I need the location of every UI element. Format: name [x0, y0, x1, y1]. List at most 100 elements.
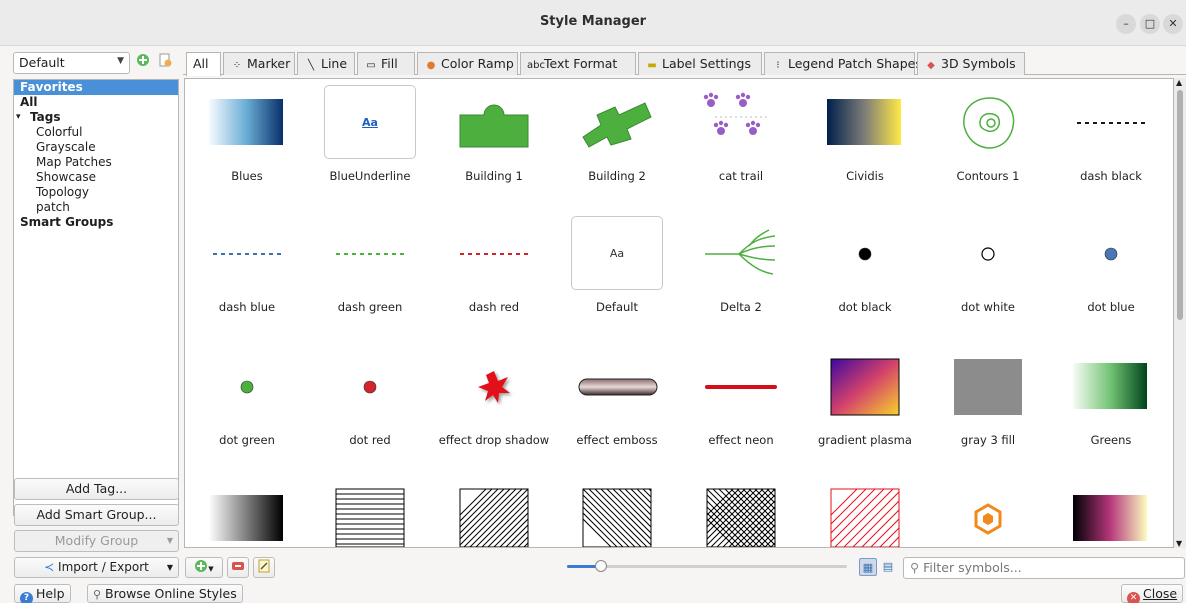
tab-type-icon: ▬ [647, 60, 657, 71]
symbol-item[interactable]: Contours 1 [926, 79, 1050, 209]
tree-item-label: Grayscale [36, 140, 96, 154]
browse-online-styles-button[interactable]: ⚲ Browse Online Styles [87, 584, 243, 603]
symbol-label: effect emboss [576, 433, 658, 447]
tab-label: Text Format [544, 56, 618, 71]
symbol-item[interactable]: cat trail [679, 79, 803, 209]
import-export-button[interactable]: ≺ Import / Export ▼ [14, 557, 179, 578]
close-window-button[interactable]: ✕ [1163, 14, 1183, 34]
symbol-item[interactable] [185, 475, 309, 547]
symbol-preview-dash [324, 216, 416, 290]
symbol-item[interactable]: Blues [185, 79, 309, 209]
tree-item[interactable]: Showcase [14, 170, 178, 185]
add-icon [137, 54, 149, 66]
symbol-item[interactable]: Building 2 [555, 79, 679, 209]
symbol-item[interactable]: Delta 2 [679, 210, 803, 340]
minimize-button[interactable]: – [1116, 14, 1136, 34]
tab-line[interactable]: ╲ Line [297, 52, 355, 75]
tab-fill[interactable]: ▭ Fill [357, 52, 415, 75]
symbol-item[interactable]: Greens [1049, 343, 1173, 473]
tree-item[interactable]: Grayscale [14, 140, 178, 155]
tab-3d-symbols[interactable]: ◆ 3D Symbols [917, 52, 1025, 75]
tab-all[interactable]: All [186, 52, 221, 76]
symbol-preview-ramp-magma [1065, 481, 1157, 547]
tree-item[interactable]: patch [14, 200, 178, 215]
slider-handle[interactable] [594, 560, 607, 572]
symbol-item[interactable] [555, 475, 679, 547]
symbol-item[interactable] [803, 475, 927, 547]
symbol-item[interactable]: effect drop shadow [432, 343, 556, 473]
maximize-button[interactable]: □ [1140, 14, 1160, 34]
help-icon: ? [20, 592, 33, 603]
add-smart-group-button[interactable]: Add Smart Group... [14, 504, 179, 526]
expand-arrow-icon[interactable]: ▾ [16, 110, 21, 125]
left-panel: Default ▼ Favorites All ▾ Tags Colorful Grays… [0, 46, 186, 603]
list-view-button[interactable]: ▤ [879, 558, 897, 576]
tab-label: Color Ramp [441, 56, 514, 71]
remove-symbol-button[interactable] [227, 557, 249, 578]
scrollbar-thumb[interactable] [1177, 90, 1183, 320]
symbol-preview-dash [201, 216, 293, 290]
icon-view-button[interactable]: ▦ [859, 558, 877, 576]
symbol-item[interactable]: effect neon [679, 343, 803, 473]
symbol-item[interactable] [308, 475, 432, 547]
tab-label: Fill [381, 56, 398, 71]
symbol-preview-dot-white [942, 216, 1034, 290]
symbol-preview-ramp-grays [201, 481, 293, 547]
symbol-preview-hatch-red [819, 481, 911, 547]
tree-item[interactable]: All [14, 95, 178, 110]
tab-color-ramp[interactable]: ● Color Ramp [417, 52, 518, 75]
tree-item[interactable]: Favorites [14, 80, 178, 95]
add-tag-button[interactable]: Add Tag... [14, 478, 179, 500]
search-icon: ⚲ [910, 560, 920, 575]
scroll-up-icon[interactable]: ▲ [1176, 78, 1182, 87]
symbol-item[interactable]: dash blue [185, 210, 309, 340]
add-library-button[interactable] [133, 53, 153, 73]
symbol-item[interactable]: Aa BlueUnderline [308, 79, 432, 209]
new-database-button[interactable] [155, 53, 175, 73]
add-symbol-button[interactable]: ▼ [185, 557, 223, 578]
tree-item[interactable]: Colorful [14, 125, 178, 140]
close-button[interactable]: ✕ Close [1121, 584, 1184, 603]
symbol-item[interactable] [679, 475, 803, 547]
symbol-item[interactable]: gradient plasma [803, 343, 927, 473]
symbol-item[interactable]: dot black [803, 210, 927, 340]
symbol-preview-dot [201, 349, 293, 423]
symbol-item[interactable]: dot blue [1049, 210, 1173, 340]
grid-scrollbar[interactable]: ▲ ▼ [1174, 78, 1186, 548]
symbol-grid[interactable]: Blues Aa BlueUnderline Building 1 Building 2… [184, 78, 1174, 548]
tab-type-icon: ╲ [307, 60, 315, 71]
tab-text-format[interactable]: abcText Format [520, 52, 636, 75]
tree-item[interactable]: Topology [14, 185, 178, 200]
symbol-item[interactable] [432, 475, 556, 547]
symbol-item[interactable]: dot green [185, 343, 309, 473]
symbol-item[interactable]: Building 1 [432, 79, 556, 209]
scroll-down-icon[interactable]: ▼ [1176, 539, 1182, 548]
tree-item[interactable]: Smart Groups [14, 215, 178, 230]
symbol-item[interactable]: gray 3 fill [926, 343, 1050, 473]
filter-symbols-input[interactable]: ⚲ Filter symbols... [903, 557, 1185, 579]
tree-item[interactable]: Map Patches [14, 155, 178, 170]
symbol-item[interactable] [1049, 475, 1173, 547]
icon-size-slider[interactable] [567, 558, 847, 576]
symbol-preview-ramp-cividis [819, 85, 911, 159]
symbol-item[interactable]: dot white [926, 210, 1050, 340]
edit-symbol-button[interactable] [253, 557, 275, 578]
symbol-item[interactable]: dash black [1049, 79, 1173, 209]
symbol-item[interactable]: Cividis [803, 79, 927, 209]
symbol-item[interactable]: dash green [308, 210, 432, 340]
symbol-item[interactable]: Aa Default [555, 210, 679, 340]
symbol-item[interactable] [926, 475, 1050, 547]
symbol-item[interactable]: dot red [308, 343, 432, 473]
library-select[interactable]: Default ▼ [13, 52, 130, 74]
symbol-item[interactable]: dash red [432, 210, 556, 340]
tab-legend-patch-shapes[interactable]: ⁝ Legend Patch Shapes [764, 52, 922, 75]
tree-item[interactable]: ▾ Tags [14, 110, 178, 125]
symbol-item[interactable]: effect emboss [555, 343, 679, 473]
tab-label-settings[interactable]: ▬ Label Settings [638, 52, 762, 75]
symbol-preview-delta [695, 216, 787, 290]
group-tree[interactable]: Favorites All ▾ Tags Colorful Grayscale Map Pa… [13, 79, 179, 516]
tab-marker[interactable]: ⁘ Marker [223, 52, 295, 75]
help-button[interactable]: ? Help [14, 584, 71, 603]
tab-label: Line [321, 56, 348, 71]
modify-group-button[interactable]: Modify Group ▼ [14, 530, 179, 552]
